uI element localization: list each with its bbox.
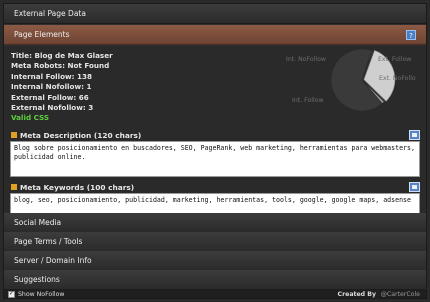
show-nofollow-label: Show NoFollow (18, 291, 65, 298)
section-header-page-terms[interactable]: Page Terms / Tools (4, 232, 426, 252)
page-elements-content: Title: Blog de Max Glaser Meta Robots: N… (4, 46, 426, 215)
page-stats: Title: Blog de Max Glaser Meta Robots: N… (11, 51, 113, 124)
valid-css-link[interactable]: Valid CSS (11, 113, 113, 123)
meta-keywords-label: Meta Keywords (100 chars) (20, 183, 135, 192)
bullet-icon (11, 132, 17, 138)
section-label: Page Elements (14, 30, 70, 39)
pie-label-ext-follow: Ext. Follow (378, 56, 412, 63)
section-header-suggestions[interactable]: Suggestions (4, 270, 426, 290)
help-icon[interactable]: ? (406, 30, 416, 40)
footer-bar: Show NoFollow Created By @CarterCole (4, 290, 426, 298)
meta-keywords-textbox[interactable]: blog, seo, posicionamiento, publicidad, … (10, 193, 420, 215)
link-pie-chart: Int. NoFollow Ext. Follow Ext. NoFollo I… (274, 46, 424, 114)
meta-description-label: Meta Description (120 chars) (20, 131, 142, 140)
stat-internal-nofollow: Internal Nofollow: 1 (11, 82, 92, 92)
meta-description-heading: Meta Description (120 chars) (11, 131, 141, 140)
section-header-server-domain[interactable]: Server / Domain Info (4, 251, 426, 271)
pie-label-int-nofollow: Int. NoFollow (286, 56, 326, 63)
pie-label-int-follow: Int. Follow (292, 97, 324, 104)
stat-title: Title: Blog de Max Glaser (11, 51, 113, 60)
meta-description-textbox[interactable]: Blog sobre posicionamiento en buscadores… (10, 141, 420, 177)
stat-external-nofollow: External Nofollow: 3 (11, 103, 94, 113)
section-header-page-elements[interactable]: Page Elements ? (4, 25, 426, 45)
pie-label-ext-nofollow: Ext. NoFollo (379, 75, 416, 82)
author-link[interactable]: @CarterCole (381, 291, 420, 298)
copy-description-icon[interactable] (409, 130, 420, 140)
panel-title[interactable]: External Page Data (4, 4, 426, 24)
bullet-icon (11, 184, 17, 190)
section-header-social-media[interactable]: Social Media (4, 213, 426, 233)
stat-external-follow: External Follow: 66 (11, 92, 89, 102)
stat-meta-robots: Meta Robots: Not Found (11, 61, 110, 71)
seo-panel: External Page Data Page Elements ? Title… (3, 3, 427, 299)
copy-keywords-icon[interactable] (409, 182, 420, 192)
show-nofollow-checkbox[interactable] (8, 290, 15, 298)
stat-internal-follow: Internal Follow: 138 (11, 71, 93, 81)
meta-keywords-heading: Meta Keywords (100 chars) (11, 183, 134, 192)
created-by-label: Created By (337, 291, 376, 298)
